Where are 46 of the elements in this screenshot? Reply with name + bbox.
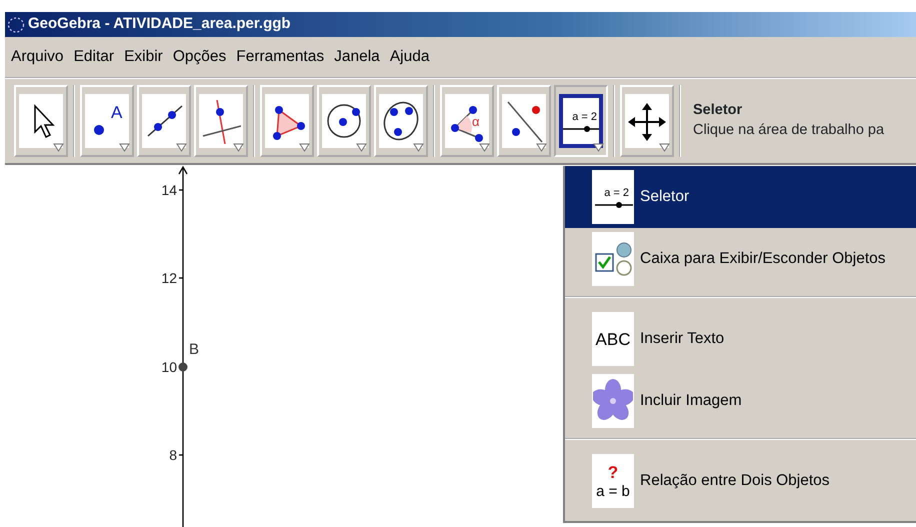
- dropdown-triangle-icon: [659, 143, 670, 152]
- dropdown-triangle-icon: [536, 143, 547, 152]
- dropdown-triangle-icon: [479, 143, 490, 152]
- tool-button[interactable]: α: [440, 85, 494, 157]
- menu-item[interactable]: Janela: [330, 45, 386, 69]
- tool-button[interactable]: [194, 85, 248, 157]
- tool-button[interactable]: A: [80, 85, 134, 157]
- dropdown-triangle-icon: [413, 143, 424, 152]
- menu-item[interactable]: Arquivo: [7, 45, 70, 69]
- dropdown-triangle-icon: [299, 143, 310, 152]
- tick-label: 8: [169, 447, 177, 463]
- tool-button[interactable]: [137, 85, 191, 157]
- text-icon: ABC: [593, 316, 633, 362]
- menu-item[interactable]: Ajuda: [386, 45, 436, 69]
- menu-option[interactable]: Caixa para Exibir/Esconder Objetos: [565, 228, 916, 290]
- tool-button[interactable]: [260, 85, 314, 157]
- relation-icon: ? a = b: [593, 458, 633, 504]
- dropdown-triangle-icon: [119, 143, 130, 152]
- menu-option[interactable]: Incluir Imagem: [565, 370, 916, 432]
- window-title: GeoGebra - ATIVIDADE_area.per.ggb: [28, 14, 291, 34]
- dropdown-triangle-icon: [53, 143, 64, 152]
- menu-item[interactable]: Ferramentas: [232, 45, 330, 69]
- menu-item[interactable]: Editar: [70, 45, 120, 69]
- point[interactable]: [178, 362, 188, 372]
- tool-button[interactable]: [374, 85, 428, 157]
- dropdown-triangle-icon: [593, 143, 604, 152]
- tool-button[interactable]: a = 2: [554, 85, 608, 157]
- tick-label: 14: [161, 182, 177, 198]
- tick-label: 12: [161, 270, 177, 286]
- dropdown-triangle-icon: [233, 143, 244, 152]
- app-icon: [7, 16, 25, 34]
- menu-option[interactable]: a = 2 Seletor: [565, 166, 916, 228]
- tool-button[interactable]: [620, 85, 674, 157]
- tool-hint: Clique na área de trabalho pa: [693, 121, 884, 140]
- tool-name: Seletor: [693, 101, 744, 120]
- menu-option[interactable]: ABC Inserir Texto: [565, 308, 916, 370]
- menu-item[interactable]: Opções: [168, 45, 232, 69]
- point-label: B: [189, 341, 200, 358]
- tick-label: 10: [161, 359, 177, 375]
- dropdown-triangle-icon: [176, 143, 187, 152]
- menu-item[interactable]: Exibir: [120, 45, 169, 69]
- tool-button[interactable]: [317, 85, 371, 157]
- perpendicular-line-icon: [201, 98, 241, 144]
- dropdown-triangle-icon: [356, 143, 367, 152]
- tool-button[interactable]: [14, 85, 68, 157]
- tool-button[interactable]: [497, 85, 551, 157]
